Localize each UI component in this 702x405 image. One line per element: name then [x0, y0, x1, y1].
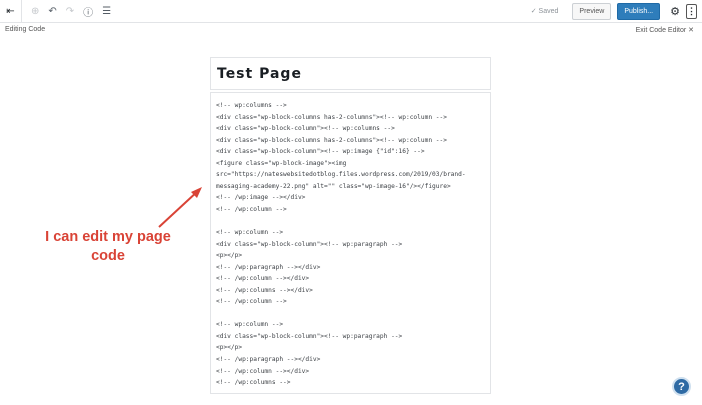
annotation-line: I can edit my page: [45, 229, 171, 245]
code-line: src="https://nateswebsitedotblog.files.w…: [216, 171, 466, 179]
arrow-annotation: [158, 187, 202, 228]
code-line: <!-- /wp:column -->: [216, 205, 287, 213]
redo-icon[interactable]: ↷: [66, 6, 74, 17]
code-line: <div class="wp-block-column"><!-- wp:ima…: [216, 148, 425, 156]
code-line: <!-- /wp:column -->: [216, 298, 287, 306]
help-icon[interactable]: ?: [672, 377, 691, 396]
annotation-text: I can edit my page code: [28, 228, 188, 266]
code-line: <!-- wp:columns -->: [216, 102, 287, 109]
code-line: <!-- /wp:column --></div>: [216, 275, 310, 283]
gear-icon[interactable]: ⚙: [670, 5, 680, 18]
undo-icon[interactable]: ↶: [48, 6, 56, 17]
code-line: <!-- wp:column -->: [216, 321, 284, 329]
code-line: messaging-academy-22.png" alt="" class="…: [216, 182, 451, 190]
annotation-line: code: [91, 248, 125, 264]
info-icon[interactable]: ⓘ: [83, 4, 93, 19]
code-line: <!-- /wp:image --></div>: [216, 194, 306, 202]
code-line: <p></p>: [216, 344, 243, 352]
exit-code-editor-button[interactable]: Exit Code Editor ✕: [636, 26, 694, 34]
code-line: <p></p>: [216, 252, 243, 260]
code-line: <div class="wp-block-column"><!-- wp:par…: [216, 332, 403, 340]
outline-icon[interactable]: ☰: [102, 6, 111, 17]
top-toolbar: ⇤ ⊕ ↶ ↷ ⓘ ☰ ✓ Saved Preview Publish... ⚙…: [0, 0, 702, 23]
editing-code-label: Editing Code: [5, 26, 46, 33]
add-block-icon[interactable]: ⊕: [31, 6, 39, 17]
code-line: <!-- /wp:paragraph --></div>: [216, 263, 321, 271]
saved-status: ✓ Saved: [530, 8, 559, 15]
back-icon[interactable]: ⇤: [0, 0, 22, 22]
publish-button[interactable]: Publish...: [617, 2, 661, 20]
code-line: <div class="wp-block-column"><!-- wp:par…: [216, 240, 403, 248]
title-field[interactable]: Test Page: [210, 57, 491, 90]
preview-button[interactable]: Preview: [572, 2, 612, 20]
code-line: <!-- /wp:columns --></div>: [216, 286, 313, 294]
code-line: <div class="wp-block-column"><!-- wp:col…: [216, 125, 395, 133]
code-line: <!-- /wp:paragraph --></div>: [216, 356, 321, 364]
code-line: <div class="wp-block-columns has-2-colum…: [216, 113, 447, 121]
code-line: <!-- /wp:column --></div>: [216, 367, 310, 375]
code-editor-textarea[interactable]: <!-- wp:columns --> <div class="wp-block-…: [210, 92, 491, 394]
page-title: Test Page: [217, 66, 302, 82]
code-line: <figure class="wp-block-image"><img: [216, 159, 347, 167]
code-line: <!-- wp:column -->: [216, 229, 284, 237]
code-line: <div class="wp-block-columns has-2-colum…: [216, 136, 447, 144]
more-menu-icon[interactable]: ⋮: [686, 3, 697, 19]
code-line: <!-- /wp:columns -->: [216, 379, 291, 387]
